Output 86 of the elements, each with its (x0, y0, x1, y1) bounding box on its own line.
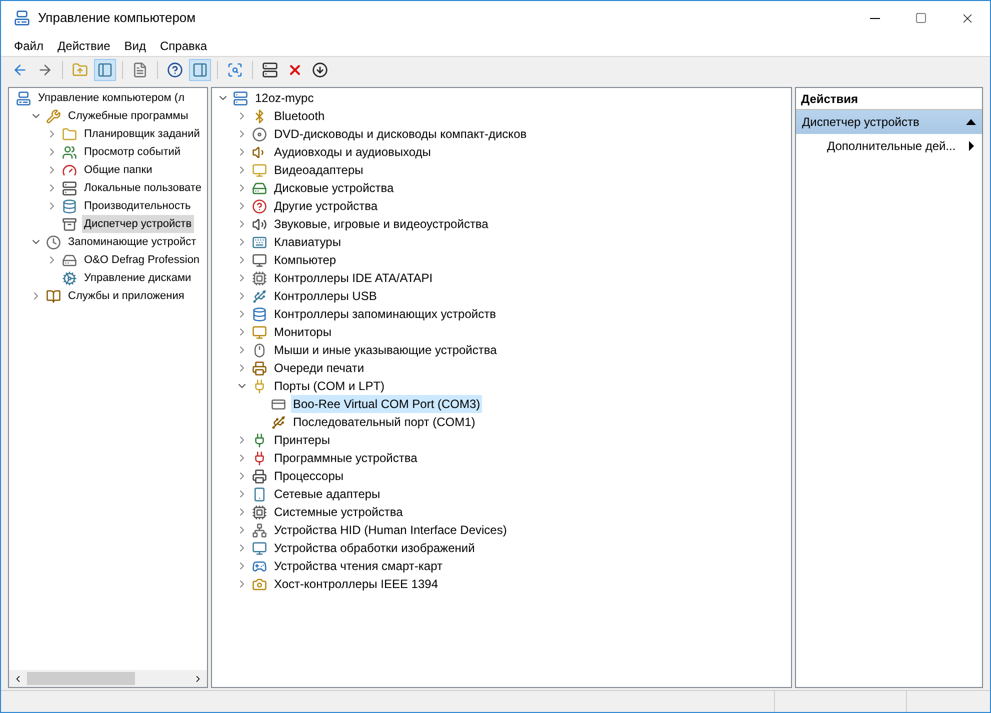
tree-item[interactable]: Контроллеры запоминающих устройств (272, 305, 498, 323)
speaker-icon (252, 216, 267, 232)
tree-item[interactable]: Программные устройства (272, 449, 420, 467)
disk-drive-icon (252, 180, 267, 196)
tree-item[interactable]: Контроллеры IDE ATA/ATAPI (272, 269, 435, 287)
unknown-device-icon (252, 198, 267, 214)
users-icon (62, 144, 77, 160)
tree-item[interactable]: Boo-Ree Virtual COM Port (COM3) (291, 395, 482, 413)
tree-item[interactable]: Контроллеры USB (272, 287, 379, 305)
tree-item[interactable]: Управление компьютером (л (36, 89, 186, 107)
tree-item[interactable]: Устройства чтения смарт-карт (272, 557, 444, 575)
monitor-icon (252, 324, 267, 340)
smart-card-icon (271, 396, 286, 412)
tree-item[interactable]: Последовательный порт (COM1) (291, 413, 478, 431)
tree-item[interactable]: Очереди печати (272, 359, 366, 377)
help-icon (167, 62, 183, 78)
tree-item[interactable]: Службы и приложения (66, 287, 186, 305)
tree-item[interactable]: Устройства обработки изображений (272, 539, 477, 557)
tree-item[interactable]: Служебные программы (66, 107, 190, 125)
tree-item[interactable]: Клавиатуры (272, 233, 343, 251)
action-link[interactable]: Дополнительные дей... (827, 137, 956, 155)
tree-item[interactable]: Запоминающие устройст (66, 233, 198, 251)
monitor-icon (252, 252, 267, 268)
folder-up-icon (72, 62, 88, 78)
tree-item[interactable]: Локальные пользовате (82, 179, 204, 197)
tree-item[interactable]: Планировщик заданий (82, 125, 202, 143)
menu-item[interactable]: Вид (119, 36, 151, 54)
section-title: Диспетчер устройств (802, 114, 920, 131)
tree-item[interactable]: Другие устройства (272, 197, 380, 215)
gauge-icon (62, 162, 77, 178)
menu-item[interactable]: Действие (52, 36, 116, 54)
tree-item[interactable]: Хост-контроллеры IEEE 1394 (272, 575, 440, 593)
printer-icon (252, 468, 267, 484)
tree-item[interactable]: Управление дисками (82, 269, 194, 287)
tree-item[interactable]: DVD-дисководы и дисководы компакт-дисков (272, 125, 529, 143)
app-icon (14, 10, 30, 26)
folder-icon (62, 126, 77, 142)
panel-icon (192, 62, 208, 78)
usb-icon (252, 288, 267, 304)
tree-item[interactable]: Просмотр событий (82, 143, 183, 161)
tree-item[interactable]: Сетевые адаптеры (272, 485, 382, 503)
scrollbar-thumb[interactable] (27, 672, 135, 685)
processor-icon (252, 504, 267, 520)
panel-icon (97, 62, 113, 78)
disc-drive-icon (252, 126, 267, 142)
tree-item[interactable]: Мыши и иные указывающие устройства (272, 341, 499, 359)
tree-item[interactable]: Компьютер (272, 251, 338, 269)
tree-item[interactable]: Процессоры (272, 467, 346, 485)
camera-icon (252, 576, 267, 592)
tree-item[interactable]: Аудиовходы и аудиовыходы (272, 143, 433, 161)
menu-item[interactable]: Справка (155, 36, 212, 54)
tree-item[interactable]: Производительность (82, 197, 193, 215)
keyboard-icon (252, 234, 267, 250)
tree-item[interactable]: Порты (COM и LPT) (272, 377, 387, 395)
window-title: Управление компьютером (38, 9, 196, 28)
printer-icon (252, 360, 267, 376)
tree-item[interactable]: Мониторы (272, 323, 334, 341)
tree-item[interactable]: Диспетчер устройств (82, 215, 194, 233)
storage-icon (62, 198, 77, 214)
horizontal-scrollbar[interactable] (9, 670, 207, 687)
tree-item[interactable]: Дисковые устройства (272, 179, 396, 197)
menu-item[interactable]: Файл (9, 36, 49, 54)
submenu-triangle-icon (969, 141, 974, 151)
maximize-icon (915, 12, 927, 24)
tools-icon (46, 108, 61, 124)
tree-item[interactable]: Системные устройства (272, 503, 405, 521)
port-icon (252, 432, 267, 448)
network-adapter-icon (252, 522, 267, 538)
actions-section[interactable]: Диспетчер устройств (796, 110, 982, 134)
tree-item[interactable]: 12oz-mypc (253, 89, 316, 107)
collapse-triangle-icon[interactable] (966, 119, 976, 125)
clock-icon (46, 234, 61, 250)
tree-item[interactable]: Bluetooth (272, 107, 327, 125)
tree-item[interactable]: Устройства HID (Human Interface Devices) (272, 521, 509, 539)
tree-item[interactable]: Принтеры (272, 431, 332, 449)
tree-item[interactable]: Звуковые, игровые и видеоустройства (272, 215, 490, 233)
tree-item[interactable]: Видеоадаптеры (272, 161, 366, 179)
scan-search-icon (227, 62, 243, 78)
server-icon (262, 62, 278, 78)
tree-item[interactable]: Общие папки (82, 161, 154, 179)
document-icon (132, 62, 148, 78)
port-icon (252, 450, 267, 466)
port-icon (252, 378, 267, 394)
mouse-icon (252, 342, 267, 358)
tree-item[interactable]: O&O Defrag Profession (82, 251, 202, 269)
delete-icon (287, 62, 303, 78)
